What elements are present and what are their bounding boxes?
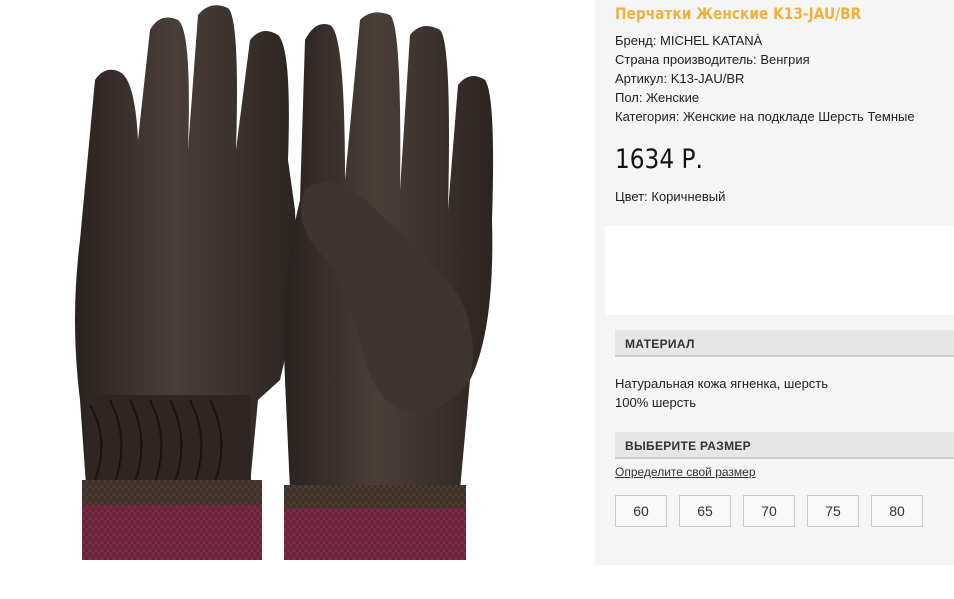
spec-value: K13-JAU/BR [670,71,745,86]
size-button-60[interactable]: 60 [615,495,667,527]
spec-country: Страна производитель: Венгрия [615,50,915,69]
spec-label: Артикул: [615,71,668,86]
spec-label: Страна производитель: [615,52,757,67]
spec-value: MICHEL KATANÀ [660,33,763,48]
color-value: Коричневый [651,189,726,204]
size-guide-link[interactable]: Определите свой размер [615,465,756,479]
product-title: Перчатки Женские K13-JAU/BR [615,4,862,23]
spec-category: Категория: Женские на подкладе Шерсть Те… [615,107,915,126]
material-heading: МАТЕРИАЛ [625,337,695,351]
spec-brand: Бренд: MICHEL KATANÀ [615,31,915,50]
size-button-75[interactable]: 75 [807,495,859,527]
product-price: 1634 Р. [615,144,703,175]
product-info-panel: Перчатки Женские K13-JAU/BR Бренд: MICHE… [595,0,954,565]
size-button-80[interactable]: 80 [871,495,923,527]
spec-value: Женские [646,90,700,105]
spec-label: Категория: [615,109,680,124]
right-glove [284,12,494,560]
size-button-70[interactable]: 70 [743,495,795,527]
gloves-illustration [75,5,494,560]
spec-value: Женские на подкладе Шерсть Темные [683,109,915,124]
spec-gender: Пол: Женские [615,88,915,107]
left-glove [75,5,296,560]
blank-panel [605,226,954,315]
spec-value: Венгрия [760,52,810,67]
size-button-65[interactable]: 65 [679,495,731,527]
spec-label: Пол: [615,90,643,105]
color-label: Цвет: [615,189,648,204]
color-row: Цвет: Коричневый [615,189,725,204]
material-line: 100% шерсть [615,395,696,410]
size-heading: ВЫБЕРИТЕ РАЗМЕР [625,439,751,453]
spec-label: Бренд: [615,33,657,48]
material-header: МАТЕРИАЛ [615,330,954,357]
product-specs: Бренд: MICHEL KATANÀ Страна производител… [615,31,915,126]
product-image[interactable] [0,0,595,565]
size-header: ВЫБЕРИТЕ РАЗМЕР [615,432,954,459]
spec-article: Артикул: K13-JAU/BR [615,69,915,88]
material-line: Натуральная кожа ягненка, шерсть [615,376,829,391]
material-description: Натуральная кожа ягненка, шерсть 100% ше… [615,374,828,412]
